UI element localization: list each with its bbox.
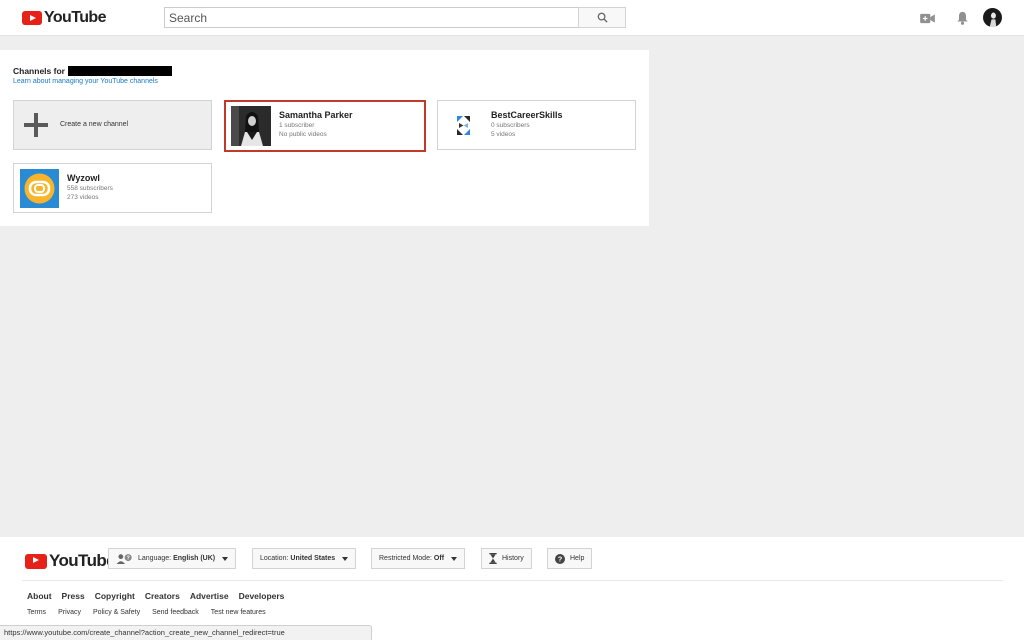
channel-videos: 5 videos <box>491 131 516 138</box>
channel-card-samantha-parker[interactable]: Samantha Parker 1 subscriber No public v… <box>224 100 426 152</box>
channel-videos: No public videos <box>279 131 327 138</box>
footer-logo-text: YouTube <box>49 551 116 570</box>
footer-divider <box>22 580 1003 581</box>
footer-link-policy-safety[interactable]: Policy & Safety <box>93 609 140 616</box>
channel-subscribers: 558 subscribers <box>67 185 113 192</box>
language-value: English (UK) <box>173 555 216 562</box>
browser-status-url: https://www.youtube.com/create_channel?a… <box>0 625 372 640</box>
channel-thumbnail <box>444 106 483 145</box>
panel-title: Channels for <box>13 66 172 76</box>
plus-icon <box>24 113 48 137</box>
search-input[interactable] <box>164 7 579 28</box>
channel-subscribers: 0 subscribers <box>491 122 530 129</box>
help-icon: ? <box>555 553 565 564</box>
chevron-down-icon <box>222 556 229 561</box>
restricted-value: Off <box>433 555 445 562</box>
bell-icon <box>956 11 968 25</box>
redacted-account-name <box>67 66 172 76</box>
history-label: History <box>502 555 524 562</box>
search-button[interactable] <box>578 7 626 28</box>
channel-name: Samantha Parker <box>279 110 353 120</box>
youtube-logo-icon <box>22 11 42 25</box>
channel-subscribers: 1 subscriber <box>279 122 315 129</box>
footer-primary-links: About Press Copyright Creators Advertise… <box>27 591 294 601</box>
footer-link-copyright[interactable]: Copyright <box>95 591 135 601</box>
logo-text: YouTube <box>44 9 106 26</box>
channel-card-wyzowl[interactable]: Wyzowl 558 subscribers 273 videos <box>13 163 212 213</box>
language-picker-button[interactable]: ? Language: English (UK) <box>108 548 237 569</box>
upload-video-icon <box>919 13 935 23</box>
create-channel-label: Create a new channel <box>60 121 129 128</box>
footer-secondary-links: Terms Privacy Policy & Safety Send feedb… <box>27 609 278 616</box>
upload-video-button[interactable] <box>918 9 936 27</box>
footer-link-privacy[interactable]: Privacy <box>58 609 81 616</box>
footer-link-terms[interactable]: Terms <box>27 609 46 616</box>
channel-name: Wyzowl <box>67 173 100 183</box>
help-label: Help <box>570 555 585 562</box>
youtube-logo[interactable]: YouTube <box>22 9 106 27</box>
channel-thumbnail <box>231 106 271 146</box>
language-label: Language: <box>138 555 172 562</box>
location-label: Location: <box>260 555 289 562</box>
masthead: YouTube <box>0 0 1024 36</box>
location-picker-button[interactable]: Location: United States <box>252 548 357 569</box>
footer-youtube-logo[interactable]: YouTube <box>25 551 116 571</box>
youtube-logo-icon <box>25 553 47 569</box>
channels-panel: Channels for Learn about managing your Y… <box>0 50 649 226</box>
footer-link-send-feedback[interactable]: Send feedback <box>152 609 199 616</box>
manage-channels-link[interactable]: Learn about managing your YouTube channe… <box>13 78 158 85</box>
footer-link-creators[interactable]: Creators <box>145 591 180 601</box>
channel-videos: 273 videos <box>67 194 99 201</box>
channel-thumbnail <box>20 169 59 208</box>
help-button[interactable]: ? Help <box>547 548 593 569</box>
create-channel-card[interactable]: Create a new channel <box>13 100 212 150</box>
hourglass-icon <box>489 553 497 564</box>
chevron-down-icon <box>342 556 349 561</box>
notifications-button[interactable] <box>953 9 971 27</box>
avatar-image <box>983 8 1002 27</box>
channel-card-bestcareerskills[interactable]: BestCareerSkills 0 subscribers 5 videos <box>437 100 636 150</box>
channel-name: BestCareerSkills <box>491 110 563 120</box>
history-button[interactable]: History <box>481 548 532 569</box>
restricted-label: Restricted Mode: <box>379 555 432 562</box>
footer-link-about[interactable]: About <box>27 591 52 601</box>
footer-link-press[interactable]: Press <box>62 591 85 601</box>
search-icon <box>597 12 608 23</box>
footer-link-test-new-features[interactable]: Test new features <box>211 609 266 616</box>
panel-title-text: Channels for <box>13 66 65 76</box>
restricted-mode-button[interactable]: Restricted Mode: Off <box>371 548 466 569</box>
svg-text:?: ? <box>558 554 563 563</box>
footer-link-developers[interactable]: Developers <box>239 591 285 601</box>
location-value: United States <box>290 555 336 562</box>
footer-link-advertise[interactable]: Advertise <box>190 591 229 601</box>
chevron-down-icon <box>451 556 458 561</box>
avatar[interactable] <box>983 8 1002 27</box>
language-icon: ? <box>116 554 132 564</box>
